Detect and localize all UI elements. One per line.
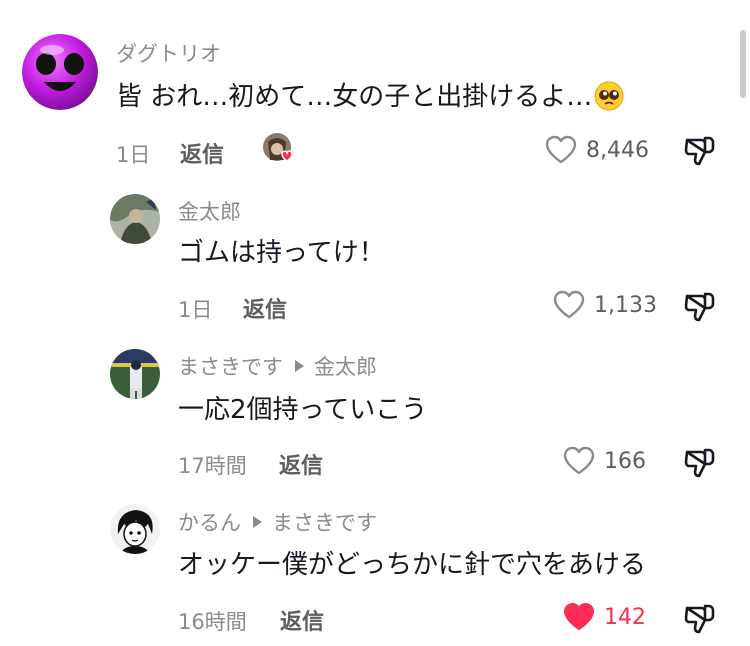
thumbs-down-icon — [684, 136, 715, 166]
username[interactable]: ダグトリオ — [116, 38, 221, 68]
username-text: まさきです — [178, 355, 283, 379]
like-button[interactable]: 166 — [562, 445, 646, 477]
avatar[interactable] — [110, 504, 160, 554]
like-button[interactable]: 142 — [562, 601, 646, 633]
heart-outline-icon — [545, 135, 577, 164]
dislike-button[interactable] — [683, 290, 717, 324]
comment-time: 17時間 — [178, 454, 247, 478]
username-text: ダグトリオ — [116, 42, 221, 66]
reply-button[interactable]: 返信 — [279, 448, 323, 480]
heart-outline-icon — [563, 446, 595, 475]
username[interactable]: 金太郎 — [178, 196, 241, 226]
reply-button[interactable]: 返信 — [243, 292, 287, 324]
like-button[interactable]: 8,446 — [544, 134, 649, 166]
like-count: 142 — [604, 604, 646, 630]
creator-liked-icon — [262, 132, 296, 166]
thumbs-down-icon — [684, 292, 715, 322]
reply-to-username[interactable]: 金太郎 — [314, 351, 377, 381]
like-button[interactable]: 1,133 — [552, 289, 657, 321]
username-text: かるん — [178, 511, 241, 535]
comment-time: 1日 — [178, 298, 213, 322]
manga-avatar-icon — [110, 504, 160, 554]
like-count: 1,133 — [594, 292, 657, 318]
username-text: 金太郎 — [178, 200, 241, 224]
photo-avatar-icon — [110, 194, 160, 244]
dislike-button[interactable] — [683, 602, 717, 636]
reply-button[interactable]: 返信 — [180, 137, 224, 169]
thumbs-down-icon — [684, 448, 715, 478]
username[interactable]: かるん まさきです — [178, 507, 377, 537]
comment-time: 1日 — [116, 143, 151, 167]
comment-text: 皆 おれ…初めて…女の子と出掛けるよ… — [116, 76, 624, 113]
avatar[interactable] — [110, 349, 160, 399]
username[interactable]: まさきです 金太郎 — [178, 351, 377, 381]
purple-face-avatar-icon — [22, 34, 98, 110]
reply-arrow-icon — [295, 360, 304, 372]
comment-text: ゴムは持ってけ！ — [178, 238, 385, 268]
comment-time: 16時間 — [178, 610, 247, 634]
like-count: 8,446 — [586, 137, 649, 163]
heart-outline-icon — [553, 290, 585, 319]
pleading-face-icon — [594, 81, 624, 111]
reply-arrow-icon — [253, 516, 262, 528]
scrollbar[interactable] — [740, 30, 746, 98]
comment-text: 一応2個持っていこう — [178, 395, 428, 425]
dislike-button[interactable] — [683, 134, 717, 168]
thumbs-down-icon — [684, 604, 715, 634]
comment-text: オッケー僕がどっちかに針で穴をあける — [178, 550, 647, 580]
avatar[interactable] — [22, 34, 98, 110]
comment-text-body: 皆 おれ…初めて…女の子と出掛けるよ… — [116, 82, 593, 112]
baseball-photo-avatar-icon — [110, 349, 160, 399]
reply-button[interactable]: 返信 — [280, 604, 324, 636]
reply-to-username[interactable]: まさきです — [272, 507, 377, 537]
heart-filled-icon — [564, 603, 594, 630]
avatar[interactable] — [110, 194, 160, 244]
dislike-button[interactable] — [683, 446, 717, 480]
like-count: 166 — [604, 448, 646, 474]
